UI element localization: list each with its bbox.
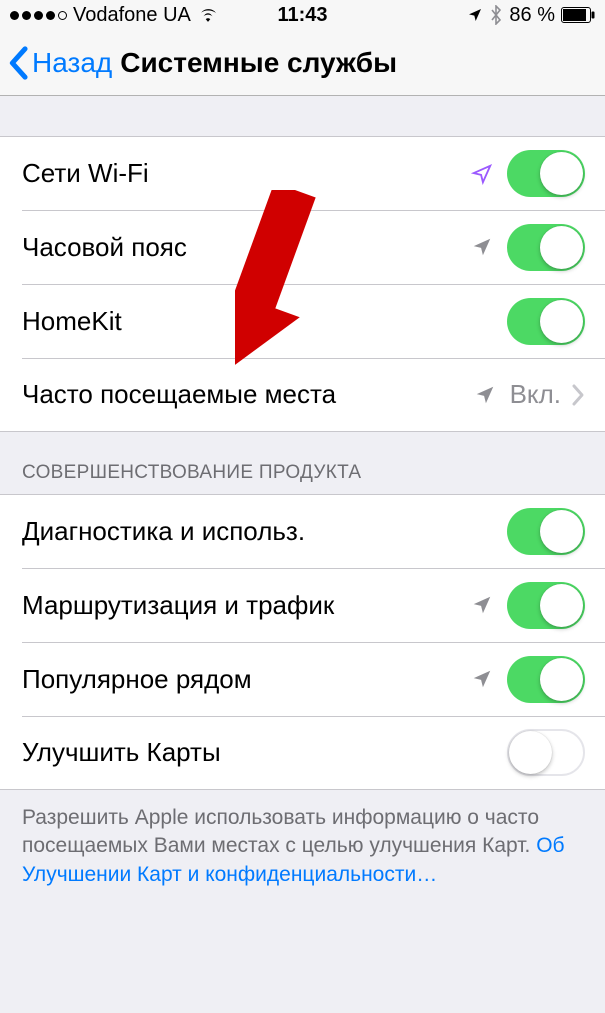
toggle-wifi-networking[interactable] xyxy=(507,150,585,197)
group-header-product-improvement: СОВЕРШЕНСТВОВАНИЕ ПРОДУКТА xyxy=(0,432,605,494)
location-arrow-icon xyxy=(471,594,493,616)
row-label: Улучшить Карты xyxy=(22,737,507,768)
row-label: Часто посещаемые места xyxy=(22,379,474,410)
toggle-improve-maps[interactable] xyxy=(507,729,585,776)
row-diagnostics[interactable]: Диагностика и использ. xyxy=(0,494,605,568)
row-improve-maps[interactable]: Улучшить Карты xyxy=(0,716,605,790)
navigation-bar: Назад Системные службы xyxy=(0,30,605,96)
location-arrow-icon xyxy=(474,384,496,406)
wifi-icon xyxy=(197,4,219,26)
row-popular-nearby[interactable]: Популярное рядом xyxy=(0,642,605,716)
toggle-diagnostics[interactable] xyxy=(507,508,585,555)
row-detail-value: Вкл. xyxy=(510,379,561,410)
location-arrow-icon xyxy=(471,668,493,690)
toggle-popular-nearby[interactable] xyxy=(507,656,585,703)
row-label: HomeKit xyxy=(22,306,507,337)
location-arrow-icon xyxy=(471,163,493,185)
row-label: Диагностика и использ. xyxy=(22,516,507,547)
row-label: Популярное рядом xyxy=(22,664,471,695)
row-frequent-locations[interactable]: Часто посещаемые места Вкл. xyxy=(0,358,605,432)
toggle-homekit[interactable] xyxy=(507,298,585,345)
row-label: Сети Wi-Fi xyxy=(22,158,471,189)
row-label: Часовой пояс xyxy=(22,232,471,263)
carrier-label: Vodafone UA xyxy=(73,4,191,27)
page-title: Системные службы xyxy=(120,47,397,79)
row-timezone[interactable]: Часовой пояс xyxy=(0,210,605,284)
battery-icon xyxy=(561,7,595,23)
bluetooth-icon xyxy=(489,5,503,25)
location-arrow-icon xyxy=(471,236,493,258)
footer-text: Разрешить Apple использовать информацию … xyxy=(0,790,605,919)
row-label: Маршрутизация и трафик xyxy=(22,590,471,621)
cellular-signal-icon xyxy=(10,11,67,20)
row-routing-traffic[interactable]: Маршрутизация и трафик xyxy=(0,568,605,642)
row-wifi-networking[interactable]: Сети Wi-Fi xyxy=(0,136,605,210)
footer-body: Разрешить Apple использовать информацию … xyxy=(22,806,539,857)
toggle-timezone[interactable] xyxy=(507,224,585,271)
status-bar: Vodafone UA 11:43 86 % xyxy=(0,0,605,30)
back-label: Назад xyxy=(32,47,112,79)
battery-label: 86 % xyxy=(509,4,555,27)
chevron-right-icon xyxy=(571,383,585,407)
toggle-routing-traffic[interactable] xyxy=(507,582,585,629)
row-homekit[interactable]: HomeKit xyxy=(0,284,605,358)
back-button[interactable]: Назад xyxy=(8,46,112,80)
location-icon xyxy=(467,7,483,23)
clock-label: 11:43 xyxy=(277,4,327,27)
chevron-left-icon xyxy=(8,46,28,80)
